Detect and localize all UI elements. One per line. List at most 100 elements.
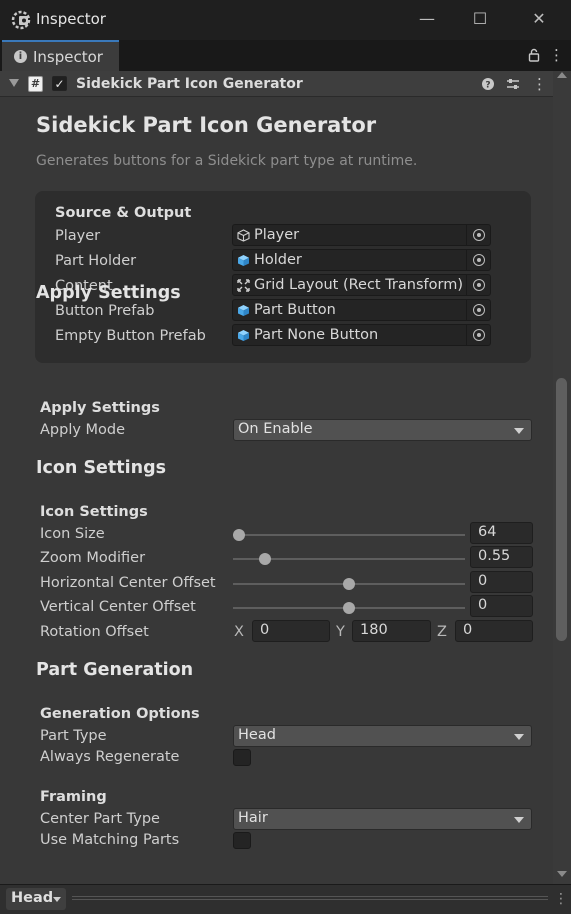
- empty-button-prefab-field[interactable]: Part None Button: [232, 324, 491, 346]
- tab-strip: i Inspector ⋮: [0, 40, 571, 71]
- chevron-down-icon: [514, 428, 524, 434]
- rotation-x-value: 0: [260, 622, 270, 638]
- lock-icon[interactable]: [527, 48, 541, 62]
- prefab-cube-icon: [238, 305, 249, 316]
- icon-size-value: 64: [478, 524, 497, 540]
- component-menu-icon[interactable]: ⋮: [532, 77, 547, 92]
- center-part-type-label: Center Part Type: [40, 811, 160, 827]
- zoom-modifier-value: 0.55: [478, 548, 511, 564]
- apply-settings-group: Apply Settings: [40, 400, 160, 416]
- editor-description: Generates buttons for a Sidekick part ty…: [36, 153, 418, 169]
- chevron-down-icon: [514, 734, 524, 740]
- object-picker-button[interactable]: [466, 325, 490, 345]
- button-prefab-value: Part Button: [254, 302, 336, 318]
- inspector-panel: # ✓ Sidekick Part Icon Generator ? ⋮ Sid…: [0, 71, 571, 884]
- tab-inspector[interactable]: i Inspector: [2, 40, 119, 71]
- resize-divider[interactable]: [72, 896, 548, 900]
- rotation-y-label: Y: [336, 624, 345, 640]
- rotation-z-value: 0: [463, 622, 473, 638]
- part-generation-section: Part Generation: [36, 660, 194, 680]
- help-icon[interactable]: ?: [481, 77, 495, 91]
- svg-text:?: ?: [485, 81, 490, 91]
- player-field[interactable]: Player: [232, 224, 491, 246]
- source-output-heading: Source & Output: [55, 205, 192, 221]
- part-holder-value: Holder: [254, 252, 302, 268]
- vertical-center-offset-value: 0: [478, 597, 488, 613]
- part-type-label: Part Type: [40, 728, 107, 744]
- slider-thumb[interactable]: [259, 553, 272, 565]
- horizontal-center-offset-slider[interactable]: [233, 573, 465, 595]
- framing-group: Framing: [40, 789, 107, 805]
- component-enabled-checkbox[interactable]: ✓: [52, 76, 67, 91]
- scrollbar-thumb[interactable]: [556, 378, 567, 641]
- rotation-y-input[interactable]: 180: [352, 620, 431, 642]
- preview-selector-value: Head: [11, 890, 54, 906]
- slider-thumb[interactable]: [343, 602, 355, 614]
- kebab-menu-icon[interactable]: ⋮: [549, 47, 564, 63]
- prefab-cube-icon: [238, 330, 249, 341]
- object-picker-button[interactable]: [466, 275, 490, 295]
- vertical-center-offset-slider[interactable]: [233, 597, 465, 619]
- chevron-down-icon: [53, 897, 61, 902]
- zoom-modifier-input[interactable]: 0.55: [470, 546, 533, 568]
- button-prefab-field[interactable]: Part Button: [232, 299, 491, 321]
- rotation-y-value: 180: [360, 622, 388, 638]
- scroll-down-arrow-icon[interactable]: [557, 871, 567, 877]
- horizontal-center-offset-input[interactable]: 0: [470, 571, 533, 593]
- icon-settings-group: Icon Settings: [40, 504, 148, 520]
- generation-options-group: Generation Options: [40, 706, 200, 722]
- rotation-x-input[interactable]: 0: [252, 620, 330, 642]
- rotation-x-label: X: [234, 624, 244, 640]
- object-picker-button[interactable]: [466, 250, 490, 270]
- zoom-modifier-slider[interactable]: [233, 548, 465, 570]
- apply-mode-dropdown[interactable]: On Enable: [233, 419, 532, 441]
- always-regenerate-checkbox[interactable]: [233, 749, 251, 766]
- window-title: Inspector: [36, 10, 106, 28]
- vertical-center-offset-input[interactable]: 0: [470, 595, 533, 617]
- apply-mode-label: Apply Mode: [40, 422, 126, 438]
- content-value: Grid Layout (Rect Transform): [254, 277, 463, 293]
- script-icon: #: [28, 76, 43, 92]
- maximize-button[interactable]: ☐: [469, 8, 491, 30]
- center-part-type-dropdown[interactable]: Hair: [233, 808, 532, 830]
- part-type-dropdown[interactable]: Head: [233, 725, 532, 747]
- icon-size-input[interactable]: 64: [470, 522, 533, 544]
- scroll-up-arrow-icon[interactable]: [557, 72, 567, 78]
- use-matching-parts-label: Use Matching Parts: [40, 832, 180, 848]
- close-button[interactable]: ✕: [528, 8, 550, 30]
- empty-button-prefab-label: Empty Button Prefab: [55, 328, 206, 344]
- content-field[interactable]: Grid Layout (Rect Transform): [232, 274, 491, 296]
- center-part-type-value: Hair: [238, 810, 268, 826]
- object-picker-button[interactable]: [466, 300, 490, 320]
- slider-thumb[interactable]: [343, 578, 355, 590]
- target-icon: [473, 329, 485, 341]
- vertical-scrollbar[interactable]: [553, 71, 571, 884]
- editor-title: Sidekick Part Icon Generator: [36, 113, 377, 137]
- part-holder-field[interactable]: Holder: [232, 249, 491, 271]
- icon-size-slider[interactable]: [233, 524, 465, 546]
- window-titlebar: Inspector — ☐ ✕: [0, 0, 571, 40]
- object-picker-button[interactable]: [466, 225, 490, 245]
- gameobject-outline-icon: [237, 229, 250, 242]
- preset-icon[interactable]: [506, 77, 520, 91]
- rotation-z-input[interactable]: 0: [455, 620, 533, 642]
- icon-settings-section: Icon Settings: [36, 458, 167, 478]
- resize-grip-icon[interactable]: ⋮: [554, 889, 568, 909]
- slider-thumb[interactable]: [233, 529, 245, 541]
- player-label: Player: [55, 228, 101, 244]
- tab-label: Inspector: [33, 48, 103, 66]
- preview-footer: Head ⋮: [0, 884, 571, 914]
- target-icon: [473, 279, 485, 291]
- info-icon: i: [14, 50, 27, 63]
- empty-button-prefab-value: Part None Button: [254, 327, 379, 343]
- target-icon: [473, 304, 485, 316]
- slider-track: [233, 534, 465, 536]
- part-type-value: Head: [238, 727, 276, 743]
- preview-selector-dropdown[interactable]: Head: [6, 888, 66, 910]
- use-matching-parts-checkbox[interactable]: [233, 832, 251, 849]
- foldout-arrow-icon[interactable]: [9, 79, 19, 87]
- icon-size-label: Icon Size: [40, 526, 105, 542]
- vertical-center-offset-label: Vertical Center Offset: [40, 599, 196, 615]
- minimize-button[interactable]: —: [416, 8, 438, 30]
- component-header[interactable]: # ✓ Sidekick Part Icon Generator ? ⋮: [0, 71, 571, 97]
